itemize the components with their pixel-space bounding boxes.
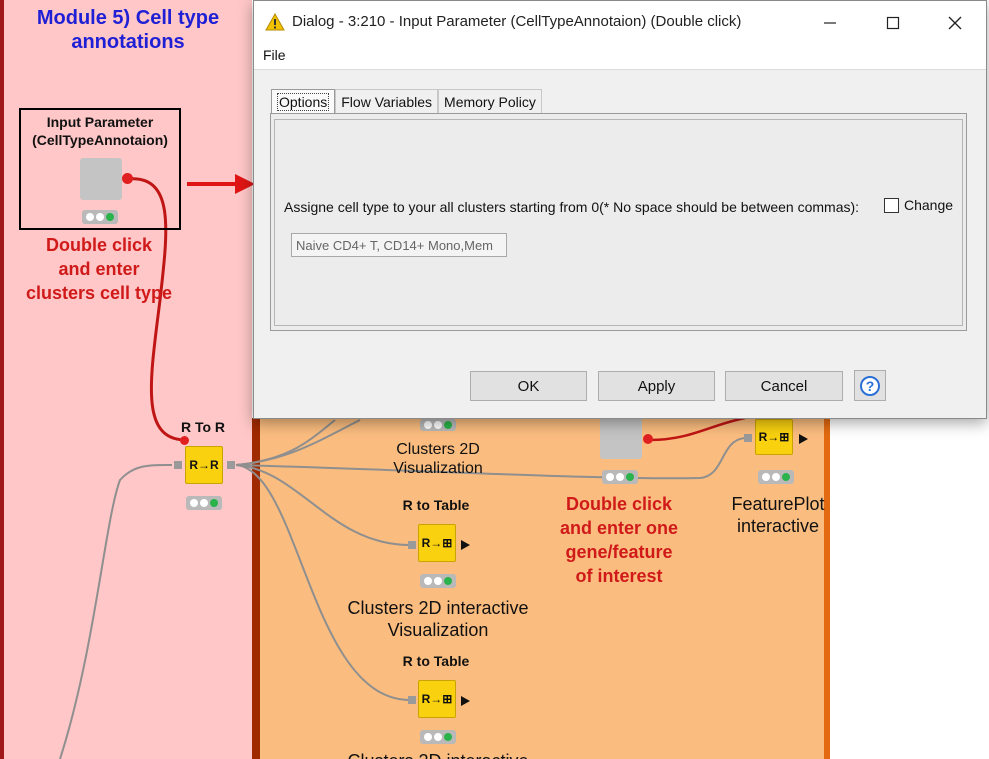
r-to-table-2-label-text: R to Table <box>402 653 470 669</box>
tab-memory-policy[interactable]: Memory Policy <box>438 89 542 113</box>
featureplot-out-port[interactable] <box>799 434 808 444</box>
clusters-2d-interactive-line2: Visualization <box>387 620 489 640</box>
r-to-table-1-status-icon <box>420 574 456 588</box>
r-to-table-1-node[interactable]: R→⊞ <box>418 524 456 562</box>
r-to-r-label-text: R To R <box>180 419 226 435</box>
maximize-icon <box>886 16 900 30</box>
menu-file[interactable]: File <box>263 47 286 63</box>
minimize-icon <box>824 22 836 24</box>
r-to-r-icon: R→R <box>189 457 219 472</box>
ok-button[interactable]: OK <box>470 371 587 401</box>
r-to-r-node[interactable]: R→R <box>185 446 223 484</box>
gene-input-status-icon <box>602 470 638 484</box>
dialog-menubar: File <box>254 43 986 70</box>
input-parameter-label-line1: Input Parameter <box>46 114 154 130</box>
r-to-table-2-out-port[interactable] <box>461 696 470 706</box>
maximize-button[interactable] <box>870 7 916 39</box>
connection-rtor-to-clusters2d <box>235 419 336 466</box>
r-to-r-in-port[interactable] <box>174 461 182 469</box>
clusters-2d-label-line2: Visualization <box>393 460 483 477</box>
cancel-button[interactable]: Cancel <box>725 371 843 401</box>
red-arrow-icon <box>187 174 255 194</box>
clusters-2d-status-icon <box>420 419 456 431</box>
clusters-2d-interactive-2-line1: Clusters 2D interactive <box>320 750 556 759</box>
clusters-2d-label: Clusters 2D Visualization <box>370 440 506 478</box>
close-button[interactable] <box>932 7 978 39</box>
apply-button[interactable]: Apply <box>598 371 715 401</box>
featureplot-status-icon <box>758 470 794 484</box>
clusters-2d-label-line1: Clusters 2D <box>396 441 480 458</box>
tab-flow-variables[interactable]: Flow Variables <box>335 89 439 113</box>
change-label: Change <box>904 197 954 213</box>
clusters-2d-interactive-2-label: Clusters 2D interactive <box>320 750 556 759</box>
dialog-tabs: Options Flow Variables Memory Policy <box>271 89 542 113</box>
module-title-line2: annotations <box>71 31 185 53</box>
cell-type-input[interactable] <box>291 233 507 257</box>
connection-rtor-to-rtable2 <box>235 464 411 701</box>
input-parameter-label-line2: (CellTypeAnnotaion) <box>32 132 168 148</box>
input-parameter-dialog: Dialog - 3:210 - Input Parameter (CellTy… <box>253 0 987 419</box>
featureplot-in-port[interactable] <box>744 434 752 442</box>
tab-flow-variables-label: Flow Variables <box>341 93 433 110</box>
r-to-table-2-icon: R→⊞ <box>421 691 453 706</box>
connection-gene-to-featureplot <box>649 416 746 442</box>
gene-hint-line1: Double click <box>565 494 673 514</box>
r-to-table-1-in-port[interactable] <box>408 541 416 549</box>
help-button[interactable]: ? <box>854 370 886 401</box>
close-icon <box>948 16 962 30</box>
gene-input-out-port[interactable] <box>643 434 653 444</box>
minimize-button[interactable] <box>807 7 853 39</box>
featureplot-label: FeaturePlot interactive <box>712 493 844 537</box>
tab-options[interactable]: Options <box>271 89 336 113</box>
r-to-table-2-node[interactable]: R→⊞ <box>418 680 456 718</box>
connection-upstream <box>59 463 173 759</box>
featureplot-node[interactable]: R→⊞ <box>755 419 793 455</box>
input-hint-line2: and enter <box>58 259 140 279</box>
tab-options-label: Options <box>277 92 330 111</box>
dialog-title: Dialog - 3:210 - Input Parameter (CellTy… <box>292 13 742 30</box>
dialog-titlebar[interactable]: Dialog - 3:210 - Input Parameter (CellTy… <box>254 1 986 43</box>
input-parameter-label: Input Parameter (CellTypeAnnotaion) <box>19 113 181 149</box>
input-parameter-status-icon <box>82 210 118 224</box>
featureplot-label-line2: interactive <box>736 516 820 536</box>
gene-hint-line3: gene/feature <box>565 542 673 562</box>
gene-hint-line2: and enter one <box>559 518 679 538</box>
tab-memory-policy-label: Memory Policy <box>444 93 536 110</box>
r-to-table-2-label: R to Table <box>386 652 486 670</box>
gene-hint-annotation: Double click and enter one gene/feature … <box>540 492 698 588</box>
featureplot-icon: R→⊞ <box>758 429 790 444</box>
module-title-line1: Module 5) Cell type <box>36 7 220 29</box>
gene-input-node[interactable] <box>600 419 642 459</box>
r-to-r-flow-port[interactable] <box>180 436 189 445</box>
r-to-table-1-label: R to Table <box>386 496 486 514</box>
input-hint-line1: Double click <box>45 235 153 255</box>
r-to-r-status-icon <box>186 496 222 510</box>
input-hint-line3: clusters cell type <box>25 283 173 303</box>
module-title: Module 5) Cell type annotations <box>10 6 246 54</box>
r-to-r-out-port[interactable] <box>227 461 235 469</box>
options-inner-panel: Assigne cell type to your all clusters s… <box>274 119 963 326</box>
r-to-table-1-out-port[interactable] <box>461 540 470 550</box>
r-to-table-2-status-icon <box>420 730 456 744</box>
gene-hint-line4: of interest <box>575 566 663 586</box>
r-to-table-1-label-text: R to Table <box>402 497 470 513</box>
options-panel: Assigne cell type to your all clusters s… <box>270 113 967 331</box>
input-parameter-node[interactable] <box>80 158 122 200</box>
r-to-table-2-in-port[interactable] <box>408 696 416 704</box>
help-icon: ? <box>860 375 880 396</box>
r-to-r-label: R To R <box>168 418 238 436</box>
warning-triangle-icon <box>265 13 285 31</box>
r-to-table-icon: R→⊞ <box>421 535 453 550</box>
parameter-label: Assigne cell type to your all clusters s… <box>284 199 860 215</box>
clusters-2d-interactive-label: Clusters 2D interactive Visualization <box>320 597 556 641</box>
featureplot-label-line1: FeaturePlot <box>731 494 825 514</box>
clusters-2d-interactive-line1: Clusters 2D interactive <box>347 598 529 618</box>
input-hint-annotation: Double click and enter clusters cell typ… <box>10 233 188 305</box>
change-checkbox[interactable] <box>884 198 899 213</box>
input-parameter-out-port[interactable] <box>122 173 133 184</box>
